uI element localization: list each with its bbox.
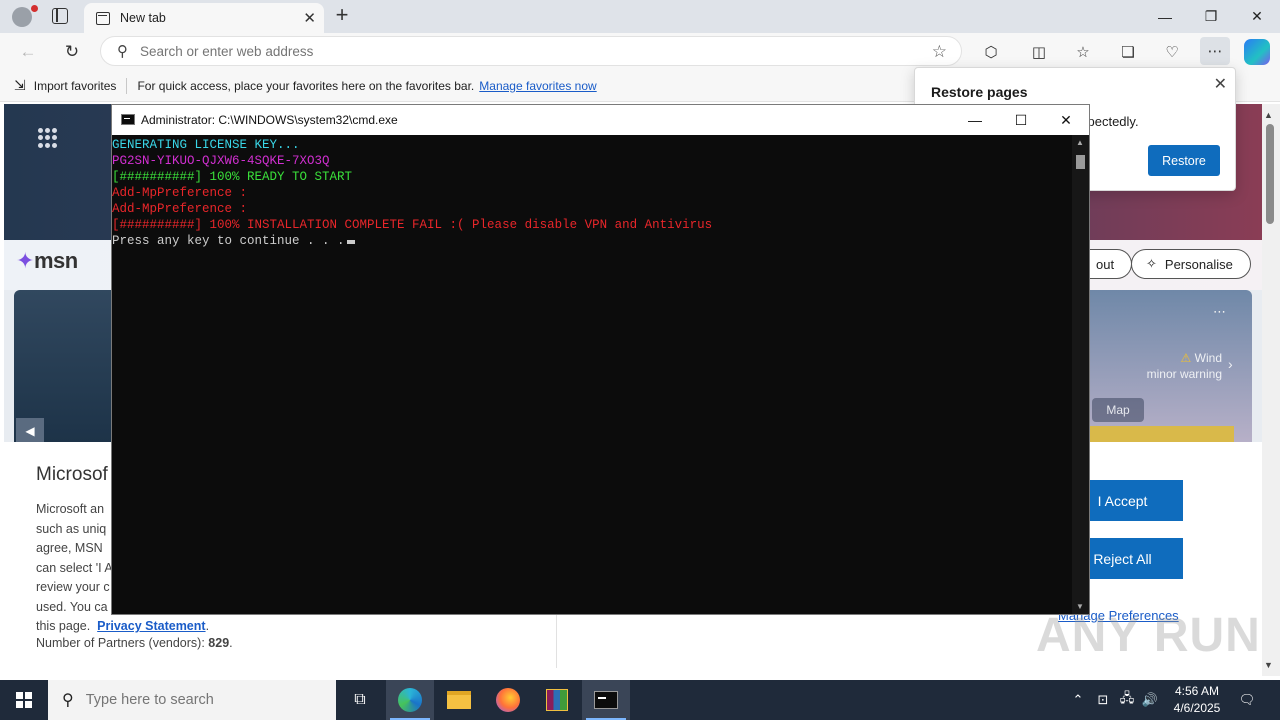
cmd-maximize-button[interactable]: ☐ (998, 105, 1044, 135)
address-bar[interactable]: ⚲ ☆ (100, 36, 962, 66)
console-icon (121, 114, 135, 125)
favorites-hint: For quick access, place your favorites h… (137, 78, 475, 93)
notifications-icon[interactable]: 🗨 (1236, 680, 1258, 720)
console-line: [##########] 100% INSTALLATION COMPLETE … (112, 218, 713, 232)
taskbar: ⚲ ⧉ ⌃ ⊡ 🖧 🔊 4:56 AM 4/6/2025 🗨 (0, 680, 1280, 720)
refresh-button[interactable]: ↻ (58, 38, 86, 66)
card-more-icon[interactable]: ⋯ (1213, 304, 1226, 320)
scroll-thumb[interactable] (1266, 124, 1274, 224)
personalise-icon: ✧ (1146, 256, 1157, 271)
favorites-divider (126, 77, 128, 94)
tab-actions-icon[interactable] (52, 8, 68, 24)
favorites-icon[interactable]: ☆ (1072, 41, 1094, 63)
close-window-button[interactable]: ✕ (1234, 0, 1280, 33)
search-icon: ⚲ (117, 43, 128, 60)
text-cursor (346, 240, 355, 244)
consent-title: Microsof (36, 464, 108, 485)
carousel-prev-button[interactable]: ◀ (16, 418, 44, 444)
console-line: Press any key to continue . . . (112, 233, 1072, 249)
scroll-down-icon[interactable]: ▼ (1264, 660, 1273, 670)
browser-essentials-icon[interactable]: ♡ (1161, 41, 1183, 63)
close-tab-icon[interactable]: ✕ (303, 9, 316, 27)
cmd-close-button[interactable]: ✕ (1043, 105, 1089, 135)
meet-now-icon[interactable]: ⊡ (1094, 680, 1112, 720)
import-icon: ⇲ (14, 77, 26, 93)
clock-date: 4/6/2025 (1173, 701, 1221, 715)
close-popup-icon[interactable]: ✕ (1214, 74, 1227, 94)
newtab-page-icon (96, 11, 110, 25)
windows-logo-icon (16, 692, 32, 708)
clock[interactable]: 4:56 AM 4/6/2025 (1162, 683, 1232, 717)
new-tab-button[interactable]: + (331, 4, 353, 28)
show-hidden-icons[interactable]: ⌃ (1068, 680, 1088, 720)
profile-avatar[interactable] (12, 5, 38, 27)
scroll-up-icon[interactable]: ▲ (1264, 110, 1273, 120)
sign-in-label: out (1096, 256, 1115, 272)
collections-icon[interactable]: ❏ (1117, 41, 1139, 63)
console-line: PG2SN-YIKUO-QJXW6-4SQKE-7XO3Q (112, 154, 330, 168)
personalise-label: Personalise (1164, 256, 1233, 272)
msn-logo[interactable]: ✦msn (16, 248, 78, 274)
cmd-scroll-up-icon[interactable]: ▲ (1076, 138, 1084, 147)
settings-more-icon[interactable]: ⋯ (1200, 37, 1230, 65)
copilot-icon[interactable] (1244, 39, 1270, 65)
back-button[interactable]: ← (14, 38, 42, 66)
manage-favorites-link[interactable]: Manage favorites now (479, 79, 596, 93)
browser-toolbar: ← ↻ ⚲ ☆ ⬡ ◫ ☆ ❏ ♡ ⋯ (0, 33, 1280, 70)
import-favorites-label: Import favorites (33, 78, 117, 93)
winrar-icon[interactable] (533, 680, 581, 720)
firefox-icon[interactable] (484, 680, 532, 720)
extensions-icon[interactable]: ⬡ (980, 41, 1002, 63)
minimize-button[interactable]: — (1142, 0, 1188, 33)
network-icon[interactable]: 🖧 (1117, 680, 1137, 720)
taskbar-search[interactable]: ⚲ (48, 680, 336, 720)
console-line: Add-MpPreference : (112, 186, 248, 200)
tab-title: New tab (120, 11, 166, 25)
restore-window-button[interactable]: ❐ (1188, 0, 1234, 33)
watermark: ANY RUN (1036, 609, 1261, 662)
cmd-title: Administrator: C:\WINDOWS\system32\cmd.e… (141, 113, 398, 127)
cmd-window: Administrator: C:\WINDOWS\system32\cmd.e… (111, 104, 1090, 615)
console-output[interactable]: GENERATING LICENSE KEY... PG2SN-YIKUO-QJX… (112, 135, 1072, 614)
apps-launcher-icon[interactable] (38, 128, 58, 148)
import-favorites-button[interactable]: ⇲ Import favorites (14, 77, 116, 94)
chevron-right-icon[interactable]: › (1228, 356, 1233, 372)
weather-map-strip (1090, 426, 1234, 442)
partners-count: Number of Partners (vendors): 829. (36, 636, 233, 650)
console-line: GENERATING LICENSE KEY... (112, 138, 300, 152)
cmd-scrollbar[interactable]: ▲ ▼ (1072, 135, 1089, 614)
console-line: Add-MpPreference : (112, 202, 248, 216)
personalise-button[interactable]: ✧ Personalise (1131, 249, 1251, 279)
browser-tab-bar: New tab ✕ + — ❐ ✕ (0, 0, 1280, 33)
cmd-titlebar[interactable]: Administrator: C:\WINDOWS\system32\cmd.e… (112, 105, 1089, 135)
volume-icon[interactable]: 🔊 (1140, 680, 1160, 720)
restore-button[interactable]: Restore (1148, 145, 1220, 176)
page-scrollbar[interactable]: ▲ ▼ (1262, 104, 1280, 676)
edge-icon[interactable] (386, 680, 434, 720)
split-screen-icon[interactable]: ◫ (1028, 41, 1050, 63)
search-icon: ⚲ (62, 692, 74, 709)
restore-title: Restore pages (931, 84, 1028, 100)
console-line: [##########] 100% READY TO START (112, 170, 353, 184)
tab-new-tab[interactable]: New tab ✕ (84, 3, 324, 33)
file-explorer-icon[interactable] (435, 680, 483, 720)
notification-dot (31, 5, 38, 12)
start-button[interactable] (0, 680, 48, 720)
clock-time: 4:56 AM (1174, 684, 1220, 698)
cmd-minimize-button[interactable]: — (952, 105, 998, 135)
taskbar-search-input[interactable] (85, 692, 316, 708)
cmd-scroll-thumb[interactable] (1076, 155, 1085, 169)
favorite-star-icon[interactable]: ☆ (932, 42, 947, 62)
weather-alert: ⚠ Wind minor warning (1146, 351, 1222, 381)
cmd-taskbar-icon[interactable] (582, 680, 630, 720)
map-button[interactable]: Map (1092, 398, 1144, 422)
privacy-statement-link[interactable]: Privacy Statement (97, 619, 205, 633)
warning-icon: ⚠ (1180, 351, 1192, 365)
task-view-icon[interactable]: ⧉ (336, 680, 384, 720)
address-input[interactable] (140, 43, 900, 59)
